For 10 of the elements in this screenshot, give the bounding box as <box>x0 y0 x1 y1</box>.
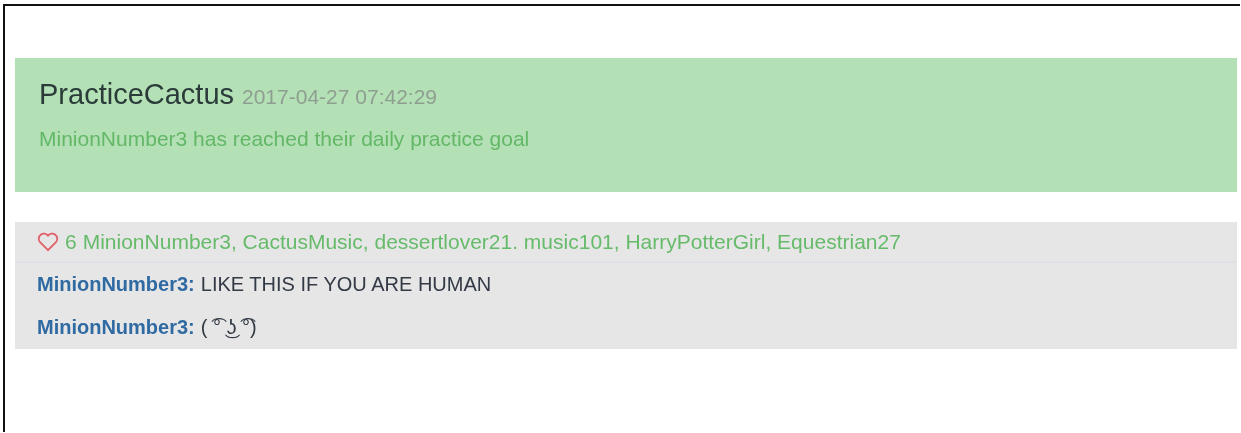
author-name: PracticeCactus <box>39 78 234 111</box>
comment-text: LIKE THIS IF YOU ARE HUMAN <box>200 273 492 295</box>
comment-author[interactable]: MinionNumber3: <box>37 316 195 338</box>
heart-icon[interactable] <box>37 232 59 252</box>
post-message: MinionNumber3 has reached their daily practice goal <box>39 127 531 151</box>
comment-text: ( ͡° ͜ʖ ͡°) <box>200 316 257 338</box>
comment-author[interactable]: MinionNumber3: <box>37 273 195 295</box>
liker-names: MinionNumber3, CactusMusic, dessertlover21. music101, HarryPotterGirl, Equestrian27 <box>82 230 901 254</box>
like-count: 6 <box>65 230 77 254</box>
post-timestamp: 2017-04-27 07:42:29 <box>242 85 437 109</box>
